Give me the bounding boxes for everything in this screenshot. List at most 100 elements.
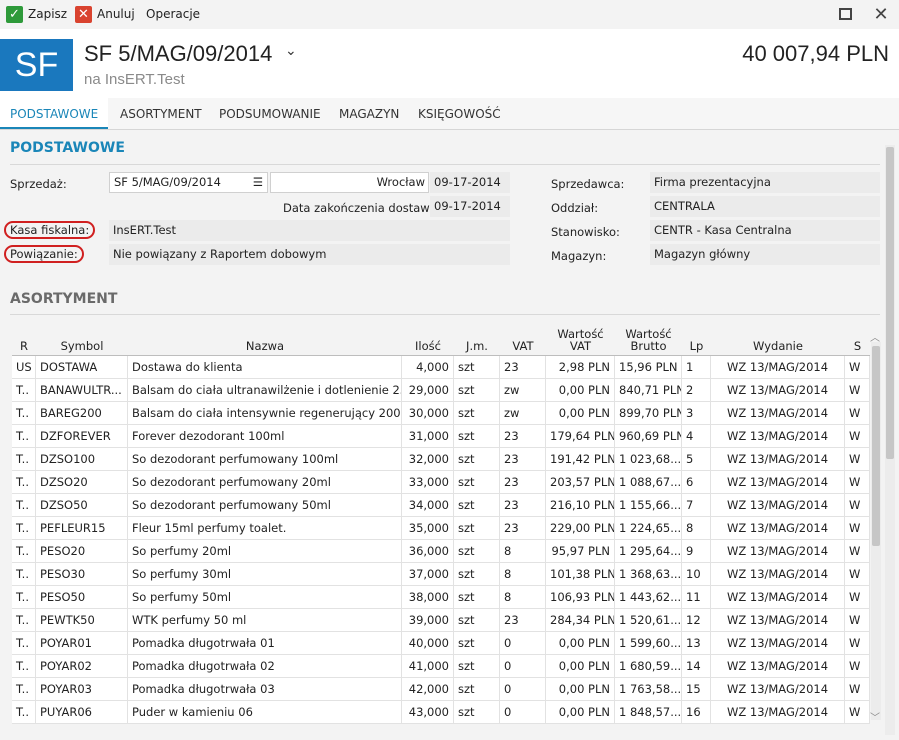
table-row[interactable]: T.. BANAWULTR... Balsam do ciała ultranawi…	[12, 379, 870, 402]
save-label: Zapisz	[28, 7, 68, 21]
cell-symbol: BAREG200	[36, 402, 128, 425]
table-row[interactable]: T.. PEFLEUR15 Fleur 15ml perfumy toalet. 35…	[12, 517, 870, 540]
column-header-symbol[interactable]: Symbol	[36, 340, 128, 352]
tab-magazyn[interactable]: MAGAZYN	[329, 98, 409, 129]
table-row[interactable]: T.. POYAR03 Pomadka długotrwała 03 42,000 sz…	[12, 678, 870, 701]
cell-name: Pomadka długotrwała 03	[128, 678, 402, 701]
station-field[interactable]: CENTR - Kasa Centralna	[650, 220, 880, 241]
column-header-name[interactable]: Nazwa	[128, 340, 402, 352]
column-header-vat-value[interactable]: Wartość VAT	[546, 328, 615, 352]
cell-vat-value: 0,00 PLN	[546, 379, 615, 402]
cell-name: Pomadka długotrwała 01	[128, 632, 402, 655]
sale-date-field[interactable]: 09-17-2014	[430, 172, 510, 193]
cell-vat: 8	[500, 586, 546, 609]
cell-symbol: POYAR03	[36, 678, 128, 701]
sale-label: Sprzedaż:	[10, 177, 67, 191]
column-header-vat[interactable]: VAT	[500, 340, 546, 352]
cell-vat: 8	[500, 540, 546, 563]
tab-podsumowanie[interactable]: PODSUMOWANIE	[209, 98, 331, 129]
table-row[interactable]: T.. DZSO20 So dezodorant perfumowany 20ml 3…	[12, 471, 870, 494]
cell-name: Puder w kamieniu 06	[128, 701, 402, 724]
column-header-r[interactable]: R	[12, 340, 36, 352]
cell-qty: 43,000	[402, 701, 454, 724]
city-field[interactable]: Wrocław	[270, 172, 429, 193]
cell-gross: 1 368,63...	[615, 563, 682, 586]
cell-qty: 30,000	[402, 402, 454, 425]
cell-unit: szt	[454, 563, 500, 586]
table-scrollbar[interactable]	[871, 342, 881, 720]
cell-qty: 37,000	[402, 563, 454, 586]
save-button[interactable]: ✓ Zapisz	[6, 4, 67, 24]
column-header-lp[interactable]: Lp	[682, 340, 711, 352]
cell-qty: 41,000	[402, 655, 454, 678]
column-header-unit[interactable]: J.m.	[454, 340, 500, 352]
table-row[interactable]: T.. PESO50 So perfumy 50ml 38,000 szt 8 106,93…	[12, 586, 870, 609]
cell-vat: 23	[500, 517, 546, 540]
document-amount: 40 007,94 PLN	[742, 41, 889, 66]
table-row[interactable]: T.. DZFOREVER Forever dezodorant 100ml 31,0…	[12, 425, 870, 448]
cell-symbol: DZSO20	[36, 471, 128, 494]
table-row[interactable]: T.. PESO20 So perfumy 20ml 36,000 szt 8 95,97 …	[12, 540, 870, 563]
cell-vat-value: 229,00 PLN	[546, 517, 615, 540]
page-scrollbar[interactable]	[885, 145, 895, 735]
tab-podstawowe[interactable]: PODSTAWOWE	[0, 98, 109, 129]
cell-r: T..	[12, 540, 36, 563]
cell-name: So perfumy 20ml	[128, 540, 402, 563]
close-window-button[interactable]: ✕	[871, 4, 891, 25]
cell-issue: WZ 13/MAG/2014	[711, 609, 845, 632]
seller-field[interactable]: Firma prezentacyjna	[650, 172, 880, 193]
cell-symbol: PEFLEUR15	[36, 517, 128, 540]
cell-vat-value: 216,10 PLN	[546, 494, 615, 517]
cell-gross: 1 520,61...	[615, 609, 682, 632]
column-header-s[interactable]: S	[845, 340, 870, 352]
cell-name: So perfumy 50ml	[128, 586, 402, 609]
cell-gross: 15,96 PLN	[615, 356, 682, 379]
sale-number-value: SF 5/MAG/09/2014	[114, 175, 221, 189]
maximize-button[interactable]	[835, 4, 855, 24]
table-row[interactable]: T.. DZSO50 So dezodorant perfumowany 50ml 3…	[12, 494, 870, 517]
column-header-issue[interactable]: Wydanie	[711, 340, 845, 352]
cell-vat: 23	[500, 494, 546, 517]
warehouse-field[interactable]: Magazyn główny	[650, 244, 880, 265]
cell-symbol: DZSO100	[36, 448, 128, 471]
operations-menu[interactable]: Operacje	[146, 4, 200, 24]
chevron-down-icon[interactable]: ⌄	[285, 43, 297, 59]
cell-vat: 0	[500, 655, 546, 678]
sale-number-field[interactable]: SF 5/MAG/09/2014 ☰	[109, 172, 268, 193]
delivery-end-date-field[interactable]: 09-17-2014	[430, 196, 510, 217]
warehouse-label: Magazyn:	[551, 249, 607, 263]
column-header-qty[interactable]: Ilość	[402, 340, 454, 352]
cell-s: W	[845, 379, 870, 402]
cell-symbol: PESO20	[36, 540, 128, 563]
document-title[interactable]: SF 5/MAG/09/2014	[84, 41, 272, 67]
branch-field[interactable]: CENTRALA	[650, 196, 880, 217]
table-row[interactable]: T.. POYAR01 Pomadka długotrwała 01 40,000 sz…	[12, 632, 870, 655]
page-scrollbar-thumb[interactable]	[886, 147, 894, 459]
menu-icon[interactable]: ☰	[253, 173, 263, 192]
fiscal-register-field[interactable]: InsERT.Test	[109, 220, 510, 241]
cell-name: Dostawa do klienta	[128, 356, 402, 379]
scroll-down-icon[interactable]: ﹀	[870, 709, 880, 724]
table-row[interactable]: T.. DZSO100 So dezodorant perfumowany 100m…	[12, 448, 870, 471]
cell-issue: WZ 13/MAG/2014	[711, 517, 845, 540]
table-row[interactable]: T.. POYAR02 Pomadka długotrwała 02 41,000 sz…	[12, 655, 870, 678]
cell-lp: 16	[682, 701, 711, 724]
cell-vat: 23	[500, 425, 546, 448]
table-row[interactable]: T.. BAREG200 Balsam do ciała intensywnie r…	[12, 402, 870, 425]
cell-r: T..	[12, 701, 36, 724]
tab-ksiegowosc[interactable]: KSIĘGOWOŚĆ	[408, 98, 511, 129]
cell-name: Forever dezodorant 100ml	[128, 425, 402, 448]
table-row[interactable]: T.. PEWTK50 WTK perfumy 50 ml 39,000 szt 23 28…	[12, 609, 870, 632]
table-row[interactable]: T.. PESO30 So perfumy 30ml 37,000 szt 8 101,38…	[12, 563, 870, 586]
link-field[interactable]: Nie powiązany z Raportem dobowym	[109, 244, 510, 265]
tab-asortyment[interactable]: ASORTYMENT	[110, 98, 212, 129]
table-row[interactable]: US DOSTAWA Dostawa do klienta 4,000 szt 23 2,9…	[12, 356, 870, 379]
cell-unit: szt	[454, 448, 500, 471]
column-header-gross[interactable]: Wartość Brutto	[615, 328, 682, 352]
cancel-button[interactable]: ✕ Anuluj	[75, 4, 135, 24]
table-scrollbar-thumb[interactable]	[872, 346, 880, 546]
cell-unit: szt	[454, 655, 500, 678]
cell-qty: 40,000	[402, 632, 454, 655]
cell-gross: 1 763,58...	[615, 678, 682, 701]
table-row[interactable]: T.. PUYAR06 Puder w kamieniu 06 43,000 szt 0 0…	[12, 701, 870, 724]
